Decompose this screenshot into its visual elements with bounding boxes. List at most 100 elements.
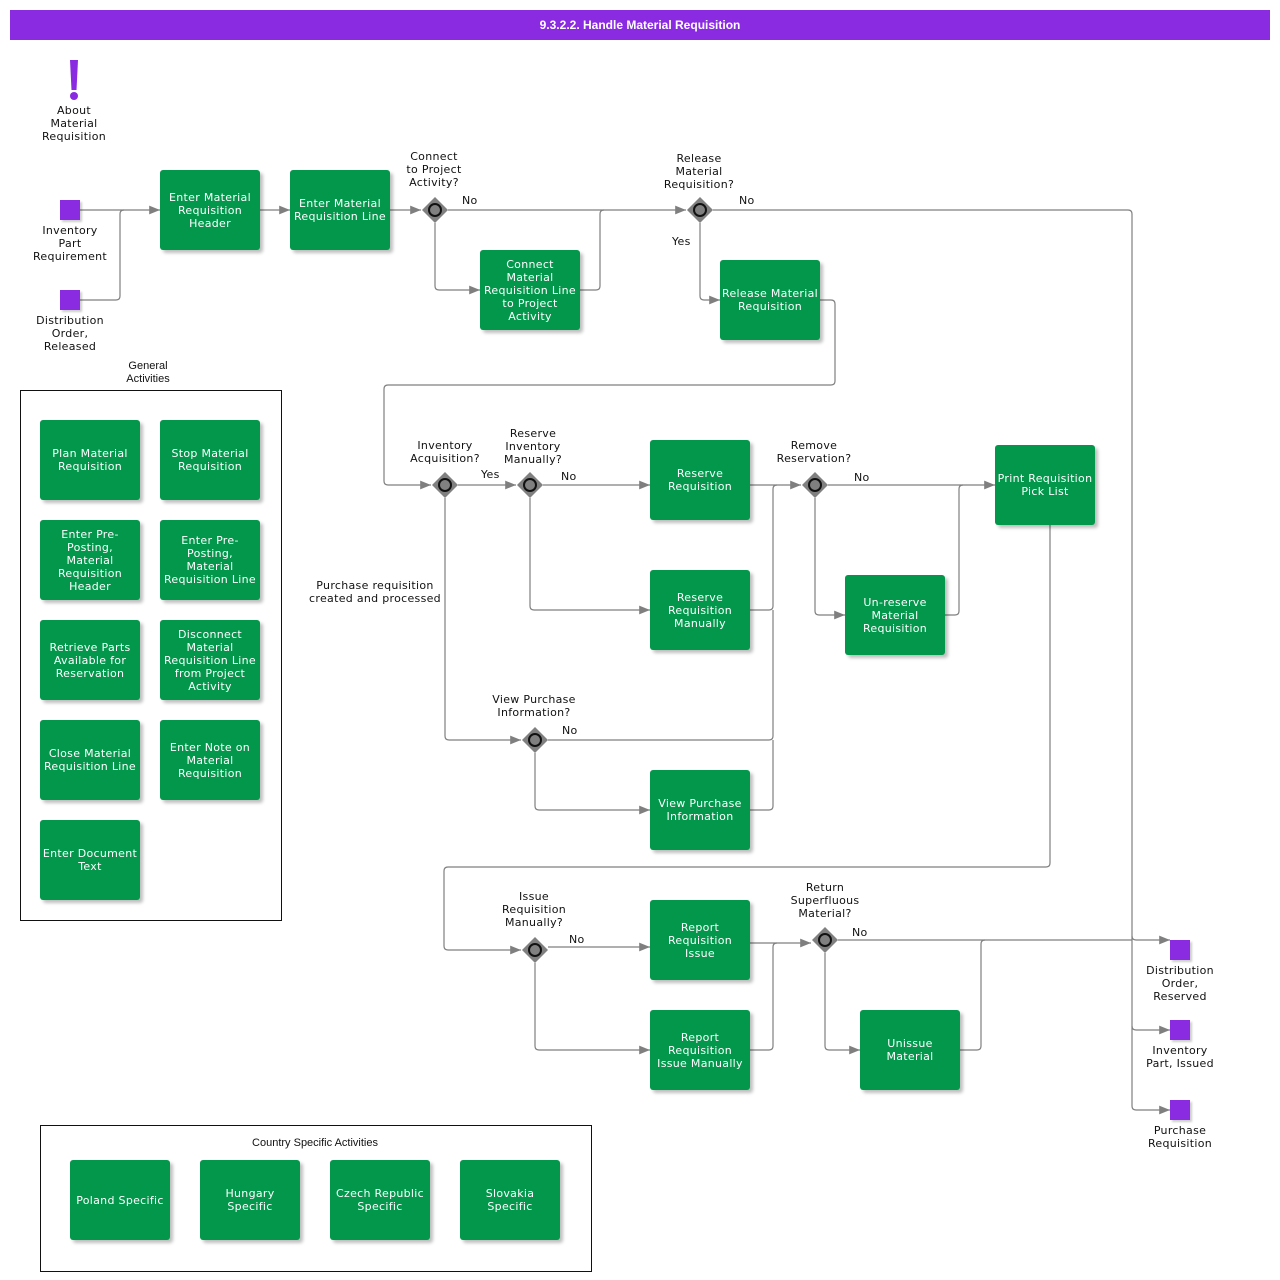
task-enter-material-requisition-line[interactable]: Enter Material Requisition Line	[290, 170, 390, 250]
flow-label-no: No	[462, 194, 478, 207]
general-activity[interactable]: Disconnect Material Requisition Line fro…	[160, 620, 260, 700]
general-activity[interactable]: Enter Note on Material Requisition	[160, 720, 260, 800]
gateway-label: Return Superfluous Material?	[790, 881, 860, 920]
flow-line	[750, 740, 774, 811]
gateway-label: Remove Reservation?	[776, 439, 852, 465]
task-label: Disconnect Material Requisition Line fro…	[163, 627, 256, 693]
country-activities-title: Country Specific Activities	[252, 1137, 378, 1149]
country-activity[interactable]: Slovakia Specific	[460, 1160, 560, 1240]
task-release-material-requisition[interactable]: Release Material Requisition	[720, 260, 820, 340]
gateway-release[interactable]	[687, 197, 713, 223]
flow-line	[580, 209, 605, 291]
flow-line	[960, 939, 986, 1051]
flow-line	[945, 484, 964, 616]
task-label: Release Material Requisition	[722, 287, 818, 313]
task-reserve-requisition[interactable]: Reserve Requisition	[650, 440, 750, 520]
task-unreserve-material-requisition[interactable]: Un-reserve Material Requisition	[845, 575, 945, 655]
gateway-label: Inventory Acquisition?	[410, 439, 480, 465]
gateway-view-purchase[interactable]	[522, 727, 548, 753]
country-activity[interactable]: Hungary Specific	[200, 1160, 300, 1240]
task-connect-line-to-project-activity[interactable]: Connect Material Requisition Line to Pro…	[480, 250, 580, 330]
gateway-remove-reservation[interactable]	[802, 472, 828, 498]
flow-label-no: No	[561, 470, 577, 483]
end-event-distribution-order-reserved[interactable]	[1170, 940, 1190, 960]
gateway-inventory-acquisition[interactable]	[432, 472, 458, 498]
general-activity[interactable]: Stop Material Requisition	[160, 420, 260, 500]
general-activity[interactable]: Enter Pre-Posting, Material Requisition …	[40, 520, 140, 600]
task-label: Enter Material Requisition Header	[169, 190, 251, 230]
flow-label-no: No	[569, 933, 585, 946]
task-label: Enter Document Text	[42, 847, 138, 873]
flow-line	[750, 484, 778, 611]
flow-line	[699, 223, 720, 305]
flow-line	[750, 942, 778, 1051]
task-label: Enter Note on Material Requisition	[169, 740, 251, 780]
task-report-requisition-issue-manually[interactable]: Report Requisition Issue Manually	[650, 1010, 750, 1090]
flow-line	[1131, 935, 1170, 945]
task-label: Hungary Specific	[225, 1187, 275, 1213]
task-enter-material-requisition-header[interactable]: Enter Material Requisition Header	[160, 170, 260, 250]
gateway-label: Release Material Requisition?	[663, 152, 735, 191]
task-label: Reserve Requisition Manually	[667, 590, 733, 630]
task-print-requisition-pick-list[interactable]: Print Requisition Pick List	[995, 445, 1095, 525]
country-activity[interactable]: Poland Specific	[70, 1160, 170, 1240]
end-event-label: Inventory Part, Issued	[1146, 1044, 1214, 1070]
about-label: About Material Requisition	[41, 104, 107, 143]
purchase-requisition-note: Purchase requisition created and process…	[309, 579, 441, 605]
flow-label-no: No	[854, 471, 870, 484]
end-event-label: Distribution Order, Reserved	[1146, 964, 1214, 1003]
task-label: Report Requisition Issue	[667, 920, 733, 960]
end-event-inventory-part-issued[interactable]	[1170, 1020, 1190, 1040]
end-event-label: Purchase Requisition	[1147, 1124, 1213, 1150]
start-event-inventory-part-requirement[interactable]	[60, 200, 80, 220]
task-label: Connect Material Requisition Line to Pro…	[483, 257, 576, 323]
task-label: Report Requisition Issue Manually	[657, 1030, 743, 1070]
task-label: Stop Material Requisition	[171, 447, 249, 473]
task-label: Print Requisition Pick List	[997, 472, 1093, 498]
flow-line	[434, 223, 480, 295]
gateway-reserve-manually[interactable]	[517, 472, 543, 498]
start-event-label: Distribution Order, Released	[36, 314, 104, 353]
flow-line	[534, 963, 650, 1055]
gateway-return-superfluous[interactable]	[812, 927, 838, 953]
task-label: Poland Specific	[76, 1193, 164, 1207]
task-label: Retrieve Parts Available for Reservation	[49, 640, 131, 680]
general-activity[interactable]: Close Material Requisition Line	[40, 720, 140, 800]
task-view-purchase-information[interactable]: View Purchase Information	[650, 770, 750, 850]
task-label: Enter Pre-Posting, Material Requisition …	[57, 527, 123, 593]
general-activities-title: General Activities	[126, 360, 170, 385]
task-unissue-material[interactable]: Unissue Material	[860, 1010, 960, 1090]
flow-line	[1131, 1025, 1170, 1035]
gateway-label: Issue Requisition Manually?	[501, 890, 567, 929]
flow-line	[534, 753, 650, 815]
flow-line	[814, 498, 845, 620]
flow-label-no: No	[562, 724, 578, 737]
flow-line	[824, 953, 860, 1055]
general-activity[interactable]: Enter Pre-Posting, Material Requisition …	[160, 520, 260, 600]
flow-label-no: No	[852, 926, 868, 939]
task-label: Un-reserve Material Requisition	[862, 595, 928, 635]
flow-line	[713, 209, 1170, 1115]
general-activity[interactable]: Enter Document Text	[40, 820, 140, 900]
flow-label-no: No	[739, 194, 755, 207]
flow-label-yes: Yes	[672, 235, 691, 248]
exclamation-icon[interactable]	[64, 58, 84, 102]
country-activity[interactable]: Czech Republic Specific	[330, 1160, 430, 1240]
task-label: View Purchase Information	[658, 797, 742, 823]
general-activity[interactable]: Plan Material Requisition	[40, 420, 140, 500]
gateway-label: Reserve Inventory Manually?	[503, 427, 563, 466]
gateway-issue-manually[interactable]	[522, 937, 548, 963]
task-label: Plan Material Requisition	[52, 447, 128, 473]
end-event-purchase-requisition[interactable]	[1170, 1100, 1190, 1120]
gateway-label: Connect to Project Activity?	[406, 150, 462, 189]
gateway-connect-to-project[interactable]	[422, 197, 448, 223]
task-label: Enter Pre-Posting, Material Requisition …	[163, 534, 256, 586]
general-activity[interactable]: Retrieve Parts Available for Reservation	[40, 620, 140, 700]
flow-label-yes: Yes	[481, 468, 500, 481]
start-event-distribution-order-released[interactable]	[60, 290, 80, 310]
task-reserve-requisition-manually[interactable]: Reserve Requisition Manually	[650, 570, 750, 650]
task-report-requisition-issue[interactable]: Report Requisition Issue	[650, 900, 750, 980]
task-label: Enter Material Requisition Line	[293, 197, 386, 223]
task-label: Slovakia Specific	[485, 1187, 535, 1213]
task-label: Reserve Requisition	[667, 467, 733, 493]
